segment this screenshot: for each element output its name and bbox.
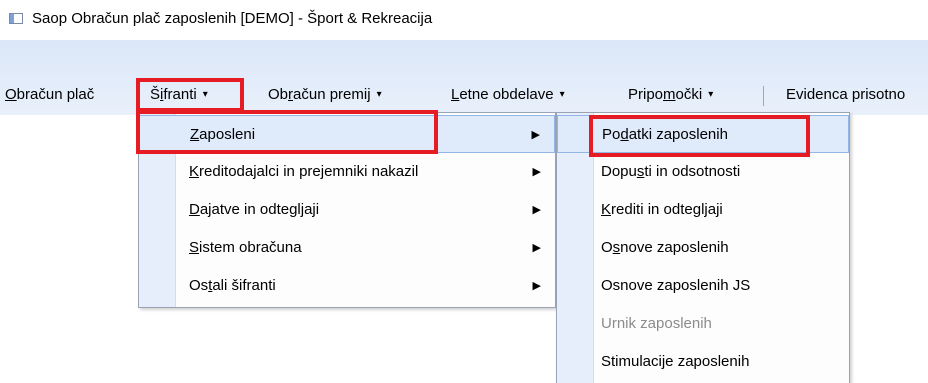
menu-item-podatki-zaposlenih[interactable]: Podatki zaposlenih <box>557 115 849 153</box>
menu-item-zaposleni[interactable]: Zaposleni ▶ <box>139 115 555 153</box>
submenu-arrow-icon: ▶ <box>532 242 541 254</box>
menu-item-krediti[interactable]: Krediti in odtegljaji <box>557 191 849 229</box>
menu-label-post: etne obdelave <box>459 86 554 103</box>
menu-label-pre: Ob <box>268 86 289 103</box>
chevron-down-icon: ▾ <box>376 89 382 100</box>
menu-pripomocki[interactable]: Pripomočki ▾ <box>628 80 713 110</box>
item-label-post: reditodajalci in prejemniki nakazil <box>199 163 419 180</box>
sifranti-dropdown: Zaposleni ▶ Kreditodajalci in prejemniki… <box>138 112 556 308</box>
window-title: Saop Obračun plač zaposlenih [DEMO] - Šp… <box>32 10 433 27</box>
item-label-pre: Po <box>602 126 621 143</box>
item-label-accel: K <box>189 163 200 180</box>
menu-item-urnik-zaposlenih: Urnik zaposlenih <box>557 305 849 343</box>
zaposleni-submenu: Podatki zaposlenih Dopusti in odsotnosti… <box>556 112 850 383</box>
submenu-arrow-icon: ▶ <box>532 166 541 178</box>
item-label-post: rediti in odtegljaji <box>611 201 723 218</box>
submenu-arrow-icon: ▶ <box>532 280 541 292</box>
menu-label-post: očki <box>675 86 703 103</box>
item-label: Osnove zaposlenih JS <box>601 277 751 294</box>
menu-separator <box>763 86 764 106</box>
menu-label-pre: Evidenca prisotno <box>786 86 906 103</box>
menu-label-post: franti <box>163 86 197 103</box>
menu-bar: Obračun plač Šifranti ▾ Obračun premij ▾ L… <box>0 80 928 110</box>
menu-label-post: ačun premij <box>293 86 371 103</box>
menu-item-osnove-zaposlenih[interactable]: Osnove zaposlenih <box>557 229 849 267</box>
chevron-down-icon: ▾ <box>708 89 714 100</box>
menu-item-sistem-obracuna[interactable]: Sistem obračuna ▶ <box>139 229 555 267</box>
item-label-accel: Z <box>190 126 200 143</box>
item-label-pre: Dopu <box>601 163 637 180</box>
menu-obracun-plac[interactable]: Obračun plač <box>5 80 94 110</box>
submenu-arrow-icon: ▶ <box>531 129 540 141</box>
item-label-pre: Os <box>189 277 209 294</box>
menu-label-accel: O <box>5 86 17 103</box>
menu-evidenca-prisotnosti[interactable]: Evidenca prisotno <box>786 80 905 110</box>
item-label-post: ali šifranti <box>212 277 276 294</box>
item-label-post: istem obračuna <box>199 239 302 256</box>
menu-item-dopusti[interactable]: Dopusti in odsotnosti <box>557 153 849 191</box>
menu-item-ostali-sifranti[interactable]: Ostali šifranti ▶ <box>139 267 555 305</box>
chevron-down-icon: ▾ <box>202 89 208 100</box>
menu-sifranti[interactable]: Šifranti ▾ <box>150 80 208 110</box>
item-label-post: ti in odsotnosti <box>644 163 741 180</box>
item-label-pre: O <box>601 239 613 256</box>
menu-label-pre: Š <box>150 86 161 103</box>
title-bar: Saop Obračun plač zaposlenih [DEMO] - Šp… <box>0 0 928 40</box>
menu-label-post: bračun plač <box>16 86 95 103</box>
chevron-down-icon: ▾ <box>559 89 565 100</box>
menu-letne-obdelave[interactable]: Letne obdelave ▾ <box>451 80 565 110</box>
app-window: Saop Obračun plač zaposlenih [DEMO] - Šp… <box>0 0 928 383</box>
menu-item-osnove-zaposlenih-js[interactable]: Osnove zaposlenih JS <box>557 267 849 305</box>
item-label-accel: S <box>189 239 200 256</box>
item-label-post: aposleni <box>199 126 256 143</box>
app-window-icon <box>9 13 23 24</box>
item-label-accel: K <box>601 201 612 218</box>
item-label: Urnik zaposlenih <box>601 315 712 332</box>
item-label-post: ajatve in odtegljaji <box>199 201 320 218</box>
menu-item-kreditodajalci[interactable]: Kreditodajalci in prejemniki nakazil ▶ <box>139 153 555 191</box>
menu-item-dajatve[interactable]: Dajatve in odtegljaji ▶ <box>139 191 555 229</box>
item-label-accel: d <box>620 126 629 143</box>
menu-obracun-premij[interactable]: Obračun premij ▾ <box>268 80 382 110</box>
menu-item-stimulacije[interactable]: Stimulacije zaposlenih <box>557 343 849 381</box>
item-label: Stimulacije zaposlenih <box>601 353 750 370</box>
item-label-accel: D <box>189 201 200 218</box>
item-label-post: atki zaposlenih <box>628 126 728 143</box>
menu-label-pre: Pripo <box>628 86 664 103</box>
item-label-post: nove zaposlenih <box>620 239 729 256</box>
submenu-arrow-icon: ▶ <box>532 204 541 216</box>
menu-label-accel: m <box>663 86 676 103</box>
